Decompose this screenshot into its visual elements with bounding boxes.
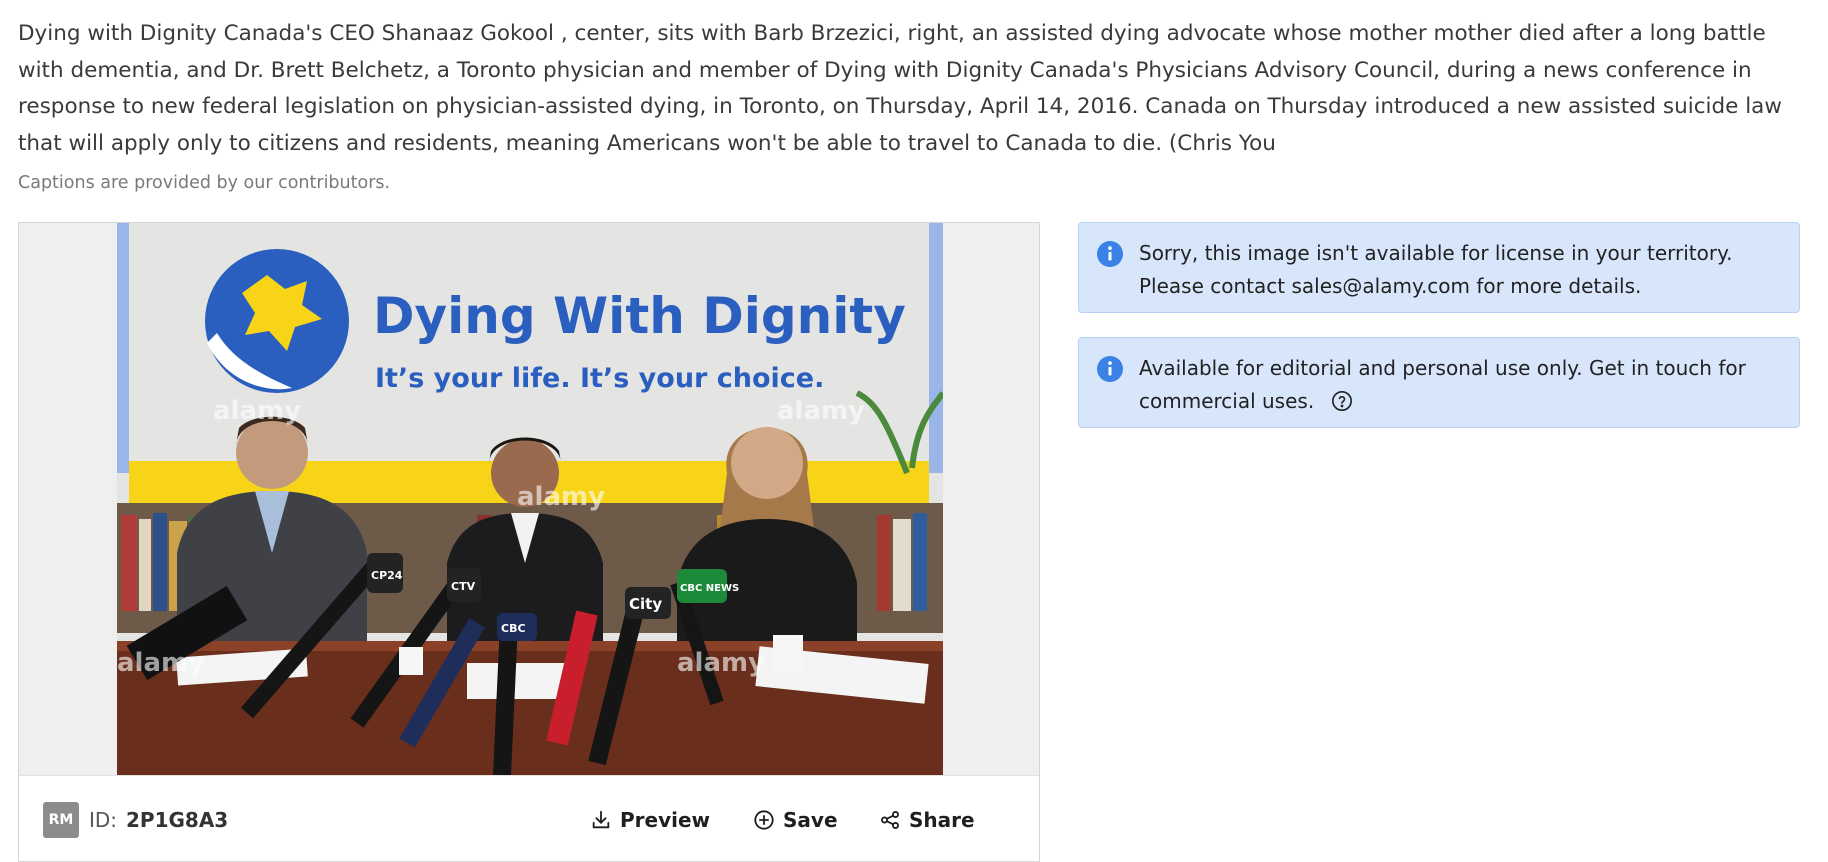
share-label: Share [909, 808, 975, 832]
image-id-label: ID: [89, 808, 118, 832]
save-button[interactable]: Save [753, 802, 838, 838]
download-icon [592, 810, 610, 829]
question-circle-icon[interactable] [1331, 390, 1353, 412]
mic-label: CP24 [371, 569, 403, 582]
plus-circle-icon [754, 810, 774, 830]
share-button[interactable]: Share [879, 802, 975, 838]
press-conference-photo[interactable]: Dying With Dignity It’s your life. It’s … [117, 223, 943, 775]
watermark-text: alamy [777, 396, 865, 426]
info-icon [1097, 356, 1123, 382]
banner-subtitle: It’s your life. It’s your choice. [375, 363, 824, 394]
save-label: Save [783, 808, 838, 832]
usage-notice-line-2: commercial uses. [1139, 389, 1315, 413]
image-id-value: 2P1G8A3 [126, 808, 229, 832]
banner-logo [205, 249, 349, 393]
caption-disclaimer: Captions are provided by our contributor… [18, 173, 391, 193]
watermark-text: alamy [517, 482, 605, 512]
banner-title: Dying With Dignity [373, 287, 906, 345]
mic-label: City [629, 595, 662, 613]
usage-notice: Available for editorial and personal use… [1078, 337, 1800, 428]
usage-notice-line-1: Available for editorial and personal use… [1139, 356, 1746, 380]
territory-notice: Sorry, this image isn't available for li… [1078, 222, 1800, 313]
watermark-text: alamy [117, 648, 205, 678]
preview-button[interactable]: Preview [590, 802, 710, 838]
image-card-footer: RM ID: 2P1G8A3 Preview Save Share [19, 775, 1039, 861]
mic-label: CBC [501, 622, 526, 635]
rights-managed-badge: RM [43, 802, 79, 838]
mic-label: CTV [451, 580, 476, 593]
image-caption: Dying with Dignity Canada's CEO Shanaaz … [18, 21, 1782, 156]
info-icon [1097, 241, 1123, 267]
share-icon [881, 811, 899, 829]
preview-label: Preview [620, 808, 711, 832]
territory-notice-line-1: Sorry, this image isn't available for li… [1139, 241, 1733, 265]
mic-label: CBC NEWS [680, 583, 739, 594]
watermark-text: alamy [213, 396, 301, 426]
photo-area: Dying With Dignity It’s your life. It’s … [19, 223, 1039, 775]
image-card: Dying With Dignity It’s your life. It’s … [18, 222, 1040, 862]
watermark-text: alamy [677, 648, 765, 678]
territory-notice-line-2: Please contact sales@alamy.com for more … [1139, 274, 1642, 298]
usage-notice-line-2-row: commercial uses. [1139, 385, 1777, 418]
